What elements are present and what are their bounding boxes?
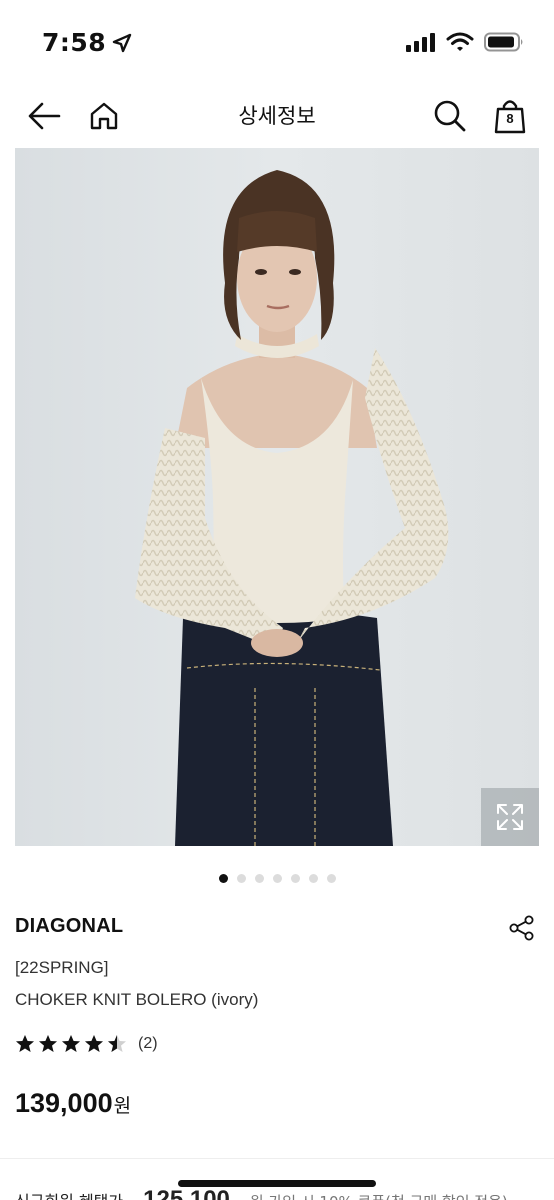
pager-dot[interactable] (290, 874, 300, 883)
product-image[interactable] (15, 148, 539, 846)
pager-dot[interactable] (326, 874, 336, 883)
status-time-text: 7:58 (42, 28, 107, 57)
battery-icon (484, 32, 523, 52)
wifi-icon (446, 32, 474, 51)
share-button[interactable] (506, 912, 538, 944)
cart-button[interactable]: 8 (488, 94, 532, 138)
review-count: (2) (138, 1035, 158, 1052)
image-pager[interactable] (0, 874, 554, 883)
star-full-icon (85, 1035, 103, 1052)
star-rating (15, 1034, 127, 1054)
brand-name[interactable]: DIAGONAL (15, 915, 123, 938)
rating[interactable]: (2) (15, 1034, 158, 1054)
location-arrow-icon (112, 33, 132, 52)
star-full-icon (62, 1035, 80, 1052)
star-half-icon (108, 1035, 126, 1052)
star-full-icon (39, 1035, 57, 1052)
product-season: [22SPRING] (15, 958, 109, 977)
pager-dot-active[interactable] (218, 874, 228, 883)
cellular-signal-icon (406, 33, 435, 52)
pager-dot[interactable] (272, 874, 282, 883)
price: 139,000 원 (15, 1088, 131, 1119)
status-icons (406, 32, 524, 52)
status-time: 7:58 (42, 28, 132, 57)
member-benefit[interactable]: 신규회원 혜택가 125,100 원 가입 시 10% 쿠폰(첫 구매 할인 적… (15, 1186, 508, 1200)
search-icon (434, 100, 466, 132)
pager-dot[interactable] (308, 874, 318, 883)
benefit-price: 125,100 (143, 1186, 230, 1200)
search-button[interactable] (428, 94, 472, 138)
cart-count-badge: 8 (506, 111, 514, 126)
product-name: CHOKER KNIT BOLERO (ivory) (15, 990, 259, 1009)
home-indicator[interactable] (178, 1180, 376, 1187)
status-bar: 7:58 (0, 0, 554, 88)
zoom-button[interactable] (481, 788, 539, 846)
share-icon (509, 915, 534, 941)
benefit-note: 원 가입 시 10% 쿠폰(첫 구매 할인 적용) (250, 1191, 508, 1200)
price-value: 139,000 (15, 1088, 113, 1118)
benefit-label: 신규회원 혜택가 (15, 1188, 123, 1200)
expand-icon (497, 804, 523, 830)
product-photo (15, 148, 539, 846)
pager-dot[interactable] (254, 874, 264, 883)
nav-bar: 상세정보 8 (0, 88, 554, 142)
pager-dot[interactable] (236, 874, 246, 883)
price-unit: 원 (113, 1095, 132, 1117)
divider (0, 1158, 554, 1159)
star-full-icon (16, 1035, 34, 1052)
